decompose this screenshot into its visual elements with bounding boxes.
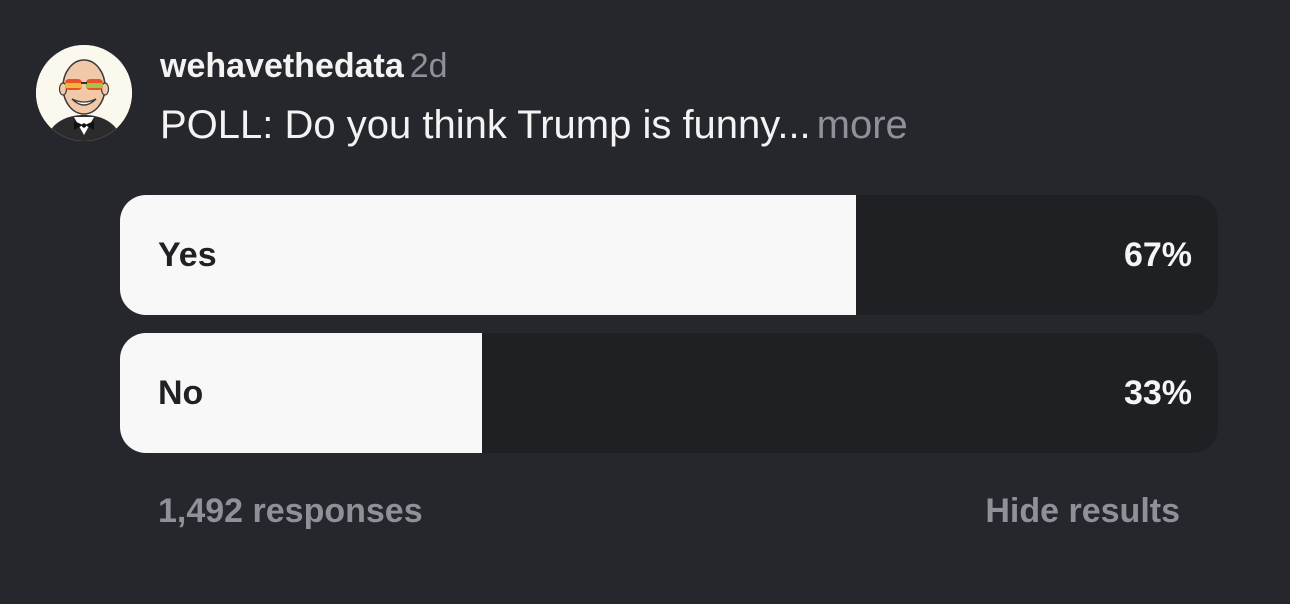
poll-footer: 1,492 responses Hide results — [158, 488, 1180, 534]
username[interactable]: wehavethedata — [160, 47, 404, 85]
poll-option-label: No — [158, 374, 204, 412]
cartoon-avatar-icon — [36, 45, 132, 141]
poll-option-percent: 67% — [1123, 236, 1192, 274]
author-line: wehavethedata 2d — [160, 44, 908, 88]
more-link[interactable]: more — [817, 103, 908, 147]
response-count: 1,492 responses — [158, 492, 423, 530]
post-time: 2d — [409, 47, 448, 85]
post-text-line: POLL: Do you think Trump is funny... more — [160, 102, 908, 148]
avatar[interactable] — [36, 45, 132, 141]
poll-option-bar-fill — [120, 195, 856, 315]
poll-option-no[interactable]: No 33% — [120, 333, 1218, 453]
poll-option-label: Yes — [158, 236, 217, 274]
post-header: wehavethedata 2d POLL: Do you think Trump… — [160, 44, 908, 148]
hide-results-button[interactable]: Hide results — [985, 488, 1180, 534]
poll-option-percent: 33% — [1123, 374, 1192, 412]
poll-option-yes[interactable]: Yes 67% — [120, 195, 1218, 315]
post-text: POLL: Do you think Trump is funny... — [160, 103, 811, 147]
